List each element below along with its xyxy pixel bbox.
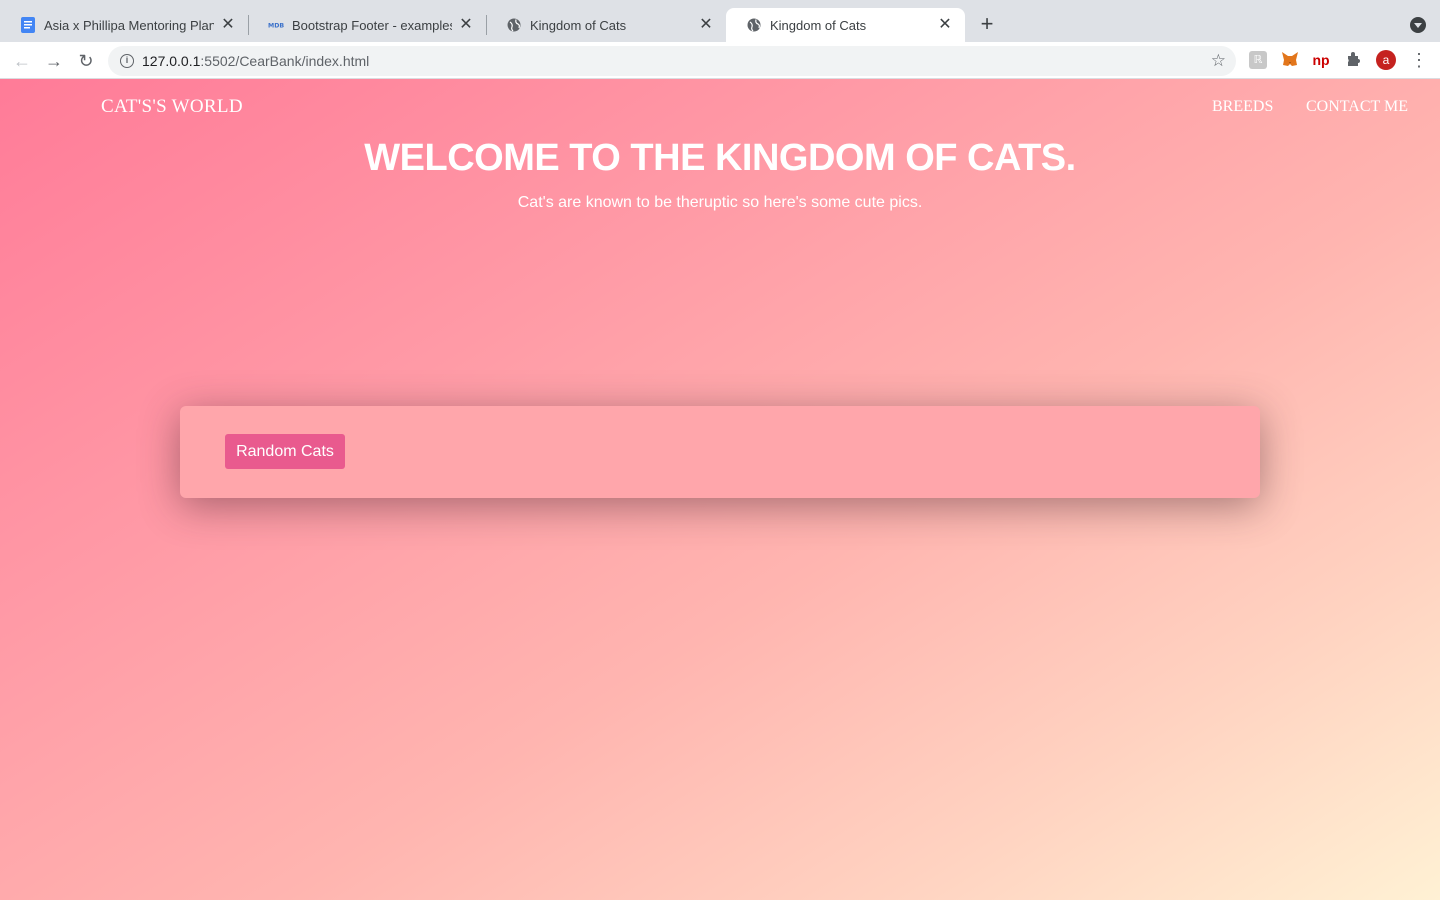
new-tab-button[interactable]: + <box>975 13 999 37</box>
google-docs-icon <box>20 17 36 33</box>
tab-title: Bootstrap Footer - examples & <box>292 17 452 33</box>
site-brand[interactable]: CAT'S'S WORLD <box>101 96 243 118</box>
reload-icon[interactable]: ↻ <box>75 50 97 72</box>
page-viewport: CAT'S'S WORLD BREEDS CONTACT ME WELCOME … <box>0 79 1440 900</box>
url-host: 127.0.0.1 <box>142 53 201 69</box>
extension-icon[interactable]: ℝ <box>1249 51 1267 69</box>
mdb-icon: MDB <box>268 17 284 33</box>
close-tab-icon[interactable]: ✕ <box>698 17 714 33</box>
profile-avatar[interactable]: a <box>1376 50 1396 70</box>
hero-subtitle: Cat's are known to be theruptic so here'… <box>517 194 923 211</box>
globe-icon <box>746 17 762 33</box>
url-text: 127.0.0.1:5502/CearBank/index.html <box>142 53 369 69</box>
nav-link-contact[interactable]: CONTACT ME <box>1306 98 1408 116</box>
puzzle-extensions-icon[interactable] <box>1345 51 1363 69</box>
address-bar[interactable]: i 127.0.0.1:5502/CearBank/index.html ☆ <box>108 46 1236 76</box>
browser-toolbar: ← → ↻ i 127.0.0.1:5502/CearBank/index.ht… <box>0 42 1440 79</box>
tab-title: Asia x Phillipa Mentoring Plan - <box>44 17 214 33</box>
tab-strip: Asia x Phillipa Mentoring Plan - ✕ MDB B… <box>0 0 1440 42</box>
tab-bootstrap-footer[interactable]: MDB Bootstrap Footer - examples & ✕ <box>248 8 486 42</box>
site-info-icon[interactable]: i <box>120 54 134 68</box>
cat-card: Random Cats <box>180 406 1260 498</box>
npm-extension-icon[interactable]: np <box>1312 51 1330 69</box>
metamask-fox-icon[interactable] <box>1281 51 1299 69</box>
close-tab-icon[interactable]: ✕ <box>220 17 236 33</box>
url-path: :5502/CearBank/index.html <box>200 53 370 69</box>
tab-kingdom-of-cats-active[interactable]: Kingdom of Cats ✕ <box>726 8 965 42</box>
menu-kebab-icon[interactable]: ⋮ <box>1410 50 1428 70</box>
globe-icon <box>506 17 522 33</box>
hero-title: WELCOME TO THE KINGDOM OF CATS. <box>364 137 1076 179</box>
tab-search-icon[interactable] <box>1410 17 1426 33</box>
nav-link-breeds[interactable]: BREEDS <box>1212 98 1273 116</box>
svg-text:MDB: MDB <box>268 23 284 30</box>
close-tab-icon[interactable]: ✕ <box>937 17 953 33</box>
tab-kingdom-of-cats[interactable]: Kingdom of Cats ✕ <box>486 8 726 42</box>
tab-mentoring-plan[interactable]: Asia x Phillipa Mentoring Plan - ✕ <box>0 8 248 42</box>
back-arrow-icon[interactable]: ← <box>11 50 33 72</box>
bookmark-star-icon[interactable]: ☆ <box>1211 51 1226 71</box>
random-cats-button[interactable]: Random Cats <box>225 434 345 469</box>
tab-title: Kingdom of Cats <box>770 17 867 33</box>
forward-arrow-icon[interactable]: → <box>43 50 65 72</box>
tab-title: Kingdom of Cats <box>530 17 627 33</box>
close-tab-icon[interactable]: ✕ <box>458 17 474 33</box>
